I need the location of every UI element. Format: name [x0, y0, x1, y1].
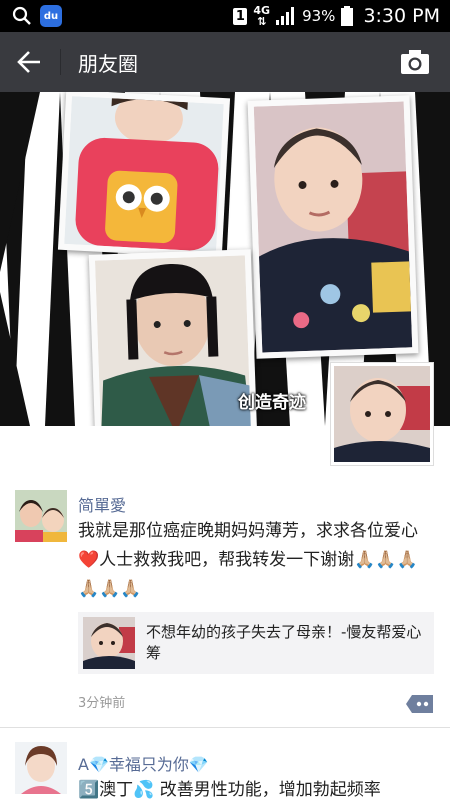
baidu-app-icon: du — [40, 5, 62, 27]
post-divider — [0, 727, 450, 728]
status-bar: du 1 4G ⇅ 93% 3:30 PM — [0, 0, 450, 32]
camera-icon[interactable] — [400, 49, 430, 75]
post-author-avatar[interactable] — [15, 742, 67, 794]
page-title: 朋友圈 — [78, 52, 138, 76]
battery-percent: 93% — [302, 7, 336, 25]
post-author-name[interactable]: 简單愛 — [78, 492, 126, 516]
post-text: 我就是那位癌症晚期妈妈薄芳，求求各位爱心❤️人士救救我吧，帮我转发一下谢谢🙏🏼🙏… — [78, 521, 418, 599]
signal-icon — [276, 7, 295, 25]
post-author-avatar[interactable] — [15, 490, 67, 542]
battery-icon — [341, 6, 354, 26]
shared-link-thumbnail — [83, 617, 135, 669]
cover-photo-child-navy — [247, 95, 419, 359]
clock: 3:30 PM — [363, 5, 440, 27]
shared-link-card[interactable]: 不想年幼的孩子失去了母亲！-慢友帮爱心筹 — [78, 612, 434, 674]
cover-caption: 创造奇迹 — [238, 393, 306, 413]
my-profile-avatar[interactable] — [330, 362, 434, 466]
post-author-name[interactable]: A💎幸福只为你💎 — [78, 751, 209, 775]
back-arrow-icon[interactable] — [14, 47, 46, 77]
title-separator — [60, 49, 61, 75]
search-icon — [12, 6, 31, 25]
cover-photo-child-pink — [57, 92, 231, 259]
sim-slot-badge: 1 — [233, 7, 248, 25]
title-bar: 朋友圈 — [0, 32, 450, 92]
cover-photo-woman — [88, 249, 258, 426]
shared-link-title: 不想年幼的孩子失去了母亲！-慢友帮爱心筹 — [146, 623, 422, 662]
network-type: 4G ⇅ — [253, 4, 271, 28]
post-text: 5️⃣澳丁💦 改善男性功能，增加勃起频率 — [78, 780, 381, 800]
comment-options-icon[interactable] — [406, 694, 434, 714]
post-timestamp: 3分钟前 — [78, 696, 126, 711]
